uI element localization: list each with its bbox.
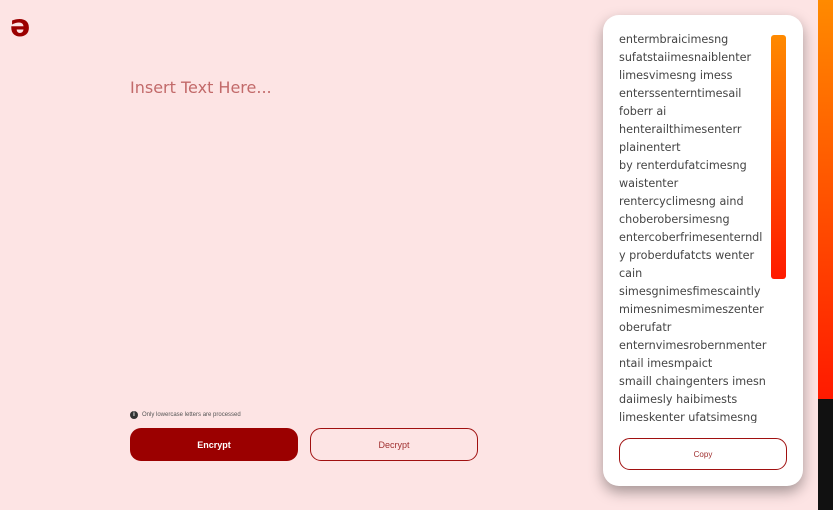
page-scrollbar-thumb[interactable] xyxy=(818,0,833,399)
info-icon: i xyxy=(130,411,138,419)
output-scrollbar[interactable] xyxy=(771,35,786,279)
encrypt-button[interactable]: Encrypt xyxy=(130,428,298,461)
output-text: entermbraicimesng sufatstaiimesnaiblenter… xyxy=(619,31,769,423)
output-line: enterssenterntimesail xyxy=(619,87,742,100)
output-line: limeskenter ufatsimesng xyxy=(619,411,758,423)
output-line: simesgnimesfimescaintly xyxy=(619,285,761,298)
output-line: waistenter xyxy=(619,177,679,190)
text-input[interactable] xyxy=(126,74,594,412)
output-line: limesvimesng imess xyxy=(619,69,733,82)
output-line: entercoberfrimesenterndl xyxy=(619,231,763,244)
output-line: by renterdufatcimesng xyxy=(619,159,747,172)
output-line: y proberdufatcts wenter xyxy=(619,249,755,262)
output-line: smaill chaingenters imesn xyxy=(619,375,766,388)
output-line: henterailthimesenterr xyxy=(619,123,742,136)
output-line: oberufatr xyxy=(619,321,672,334)
decrypt-button[interactable]: Decrypt xyxy=(310,428,478,461)
lowercase-hint: i Only lowercase letters are processed xyxy=(130,411,241,419)
output-line: foberr ai xyxy=(619,105,667,118)
copy-button[interactable]: Copy xyxy=(619,438,787,470)
output-line: cain xyxy=(619,267,643,280)
output-line: choberobersimesng xyxy=(619,213,730,226)
output-line: rentercyclimesng aind xyxy=(619,195,744,208)
app-logo: ə xyxy=(10,9,31,44)
output-line: entermbraicimesng xyxy=(619,33,729,46)
output-line: daiimesly haibimests xyxy=(619,393,738,406)
output-line: ntail imesmpaict xyxy=(619,357,713,370)
hint-text: Only lowercase letters are processed xyxy=(142,412,241,418)
output-panel: entermbraicimesng sufatstaiimesnaiblenter… xyxy=(603,15,803,486)
output-line: plainentert xyxy=(619,141,681,154)
page-scrollbar[interactable] xyxy=(818,0,833,510)
output-line: sufatstaiimesnaiblenter xyxy=(619,51,752,64)
output-line: mimesnimesmimeszenter xyxy=(619,303,764,316)
output-line: enternvimesrobernmenter xyxy=(619,339,767,352)
